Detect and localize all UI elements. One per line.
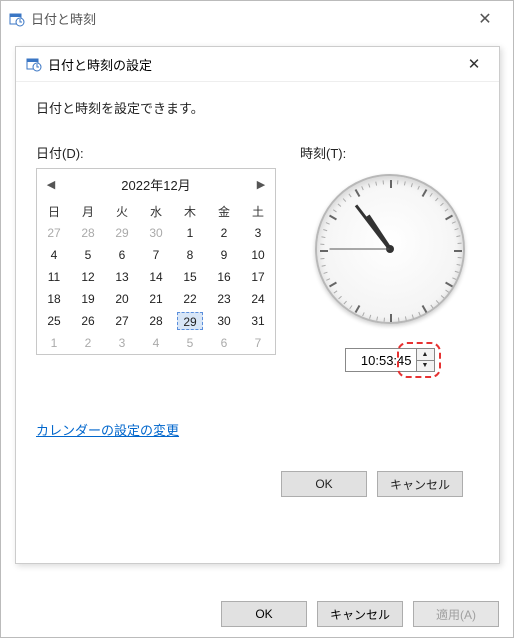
calendar-day[interactable]: 2 [71, 332, 105, 354]
spinner-up-button[interactable]: ▲ [417, 349, 434, 361]
outer-window: 日付と時刻 ✕ 日付と時刻の設定 ✕ 日付と時刻を設定できます。 日付(D): … [0, 0, 514, 638]
calendar-grid: 日月火水木金土 27282930123456789101112131415161… [37, 200, 275, 354]
calendar-day[interactable]: 7 [139, 244, 173, 266]
calendar-day[interactable]: 30 [207, 310, 241, 332]
calendar-day[interactable]: 28 [71, 222, 105, 244]
time-spinner[interactable]: ▲ ▼ [417, 348, 435, 372]
outer-close-button[interactable]: ✕ [465, 4, 505, 34]
calendar-day[interactable]: 20 [105, 288, 139, 310]
calendar-day[interactable]: 6 [105, 244, 139, 266]
analog-clock [315, 174, 465, 324]
calendar-day[interactable]: 4 [139, 332, 173, 354]
inner-ok-button[interactable]: OK [281, 471, 367, 497]
calendar-day[interactable]: 4 [37, 244, 71, 266]
calendar-day[interactable]: 31 [241, 310, 275, 332]
calendar-day[interactable]: 27 [37, 222, 71, 244]
weekday-header: 金 [207, 200, 241, 222]
calendar-day[interactable]: 12 [71, 266, 105, 288]
calendar-day[interactable]: 19 [71, 288, 105, 310]
calendar-day[interactable]: 5 [173, 332, 207, 354]
calendar-day[interactable]: 26 [71, 310, 105, 332]
calendar-day[interactable]: 15 [173, 266, 207, 288]
calendar: ◀ 2022年12月 ▶ 日月火水木金土 2728293012345678910… [36, 168, 276, 355]
calendar-day[interactable]: 14 [139, 266, 173, 288]
outer-ok-button[interactable]: OK [221, 601, 307, 627]
description-text: 日付と時刻を設定できます。 [36, 98, 479, 117]
spinner-down-button[interactable]: ▼ [417, 361, 434, 372]
outer-apply-button: 適用(A) [413, 601, 499, 627]
weekday-header: 木 [173, 200, 207, 222]
calendar-day[interactable]: 11 [37, 266, 71, 288]
calendar-day[interactable]: 10 [241, 244, 275, 266]
calendar-day[interactable]: 8 [173, 244, 207, 266]
weekday-header: 月 [71, 200, 105, 222]
outer-title-bar: 日付と時刻 ✕ [1, 1, 513, 36]
inner-cancel-button[interactable]: キャンセル [377, 471, 463, 497]
calendar-day[interactable]: 30 [139, 222, 173, 244]
time-label: 時刻(T): [300, 143, 479, 162]
calendar-day[interactable]: 25 [37, 310, 71, 332]
calendar-day[interactable]: 13 [105, 266, 139, 288]
calendar-day[interactable]: 1 [37, 332, 71, 354]
calendar-day[interactable]: 3 [105, 332, 139, 354]
calendar-day[interactable]: 6 [207, 332, 241, 354]
calendar-clock-icon [9, 11, 25, 27]
calendar-day[interactable]: 24 [241, 288, 275, 310]
weekday-header: 火 [105, 200, 139, 222]
calendar-clock-icon [26, 56, 42, 72]
time-input[interactable] [345, 348, 417, 372]
weekday-header: 土 [241, 200, 275, 222]
calendar-day[interactable]: 27 [105, 310, 139, 332]
calendar-day[interactable]: 28 [139, 310, 173, 332]
weekday-header: 日 [37, 200, 71, 222]
calendar-day[interactable]: 21 [139, 288, 173, 310]
calendar-day[interactable]: 3 [241, 222, 275, 244]
weekday-header: 水 [139, 200, 173, 222]
calendar-day[interactable]: 7 [241, 332, 275, 354]
calendar-day[interactable]: 18 [37, 288, 71, 310]
clock-second-hand [330, 249, 390, 250]
calendar-settings-link[interactable]: カレンダーの設定の変更 [36, 420, 179, 439]
calendar-month-title[interactable]: 2022年12月 [57, 175, 255, 194]
calendar-day[interactable]: 17 [241, 266, 275, 288]
inner-title-bar: 日付と時刻の設定 ✕ [16, 47, 499, 82]
calendar-day[interactable]: 29 [173, 310, 207, 332]
outer-cancel-button[interactable]: キャンセル [317, 601, 403, 627]
inner-title: 日付と時刻の設定 [48, 55, 152, 74]
calendar-day[interactable]: 23 [207, 288, 241, 310]
next-month-button[interactable]: ▶ [255, 178, 267, 191]
outer-title: 日付と時刻 [31, 9, 96, 28]
calendar-day[interactable]: 22 [173, 288, 207, 310]
calendar-day[interactable]: 5 [71, 244, 105, 266]
calendar-day[interactable]: 2 [207, 222, 241, 244]
outer-button-row: OK キャンセル 適用(A) [221, 601, 499, 627]
prev-month-button[interactable]: ◀ [45, 178, 57, 191]
calendar-day[interactable]: 29 [105, 222, 139, 244]
clock-minute-hand [355, 204, 391, 249]
inner-close-button[interactable]: ✕ [459, 49, 489, 79]
date-label: 日付(D): [36, 143, 276, 162]
inner-dialog: 日付と時刻の設定 ✕ 日付と時刻を設定できます。 日付(D): ◀ 2022年1… [15, 46, 500, 564]
calendar-day[interactable]: 16 [207, 266, 241, 288]
calendar-day[interactable]: 1 [173, 222, 207, 244]
calendar-day[interactable]: 9 [207, 244, 241, 266]
